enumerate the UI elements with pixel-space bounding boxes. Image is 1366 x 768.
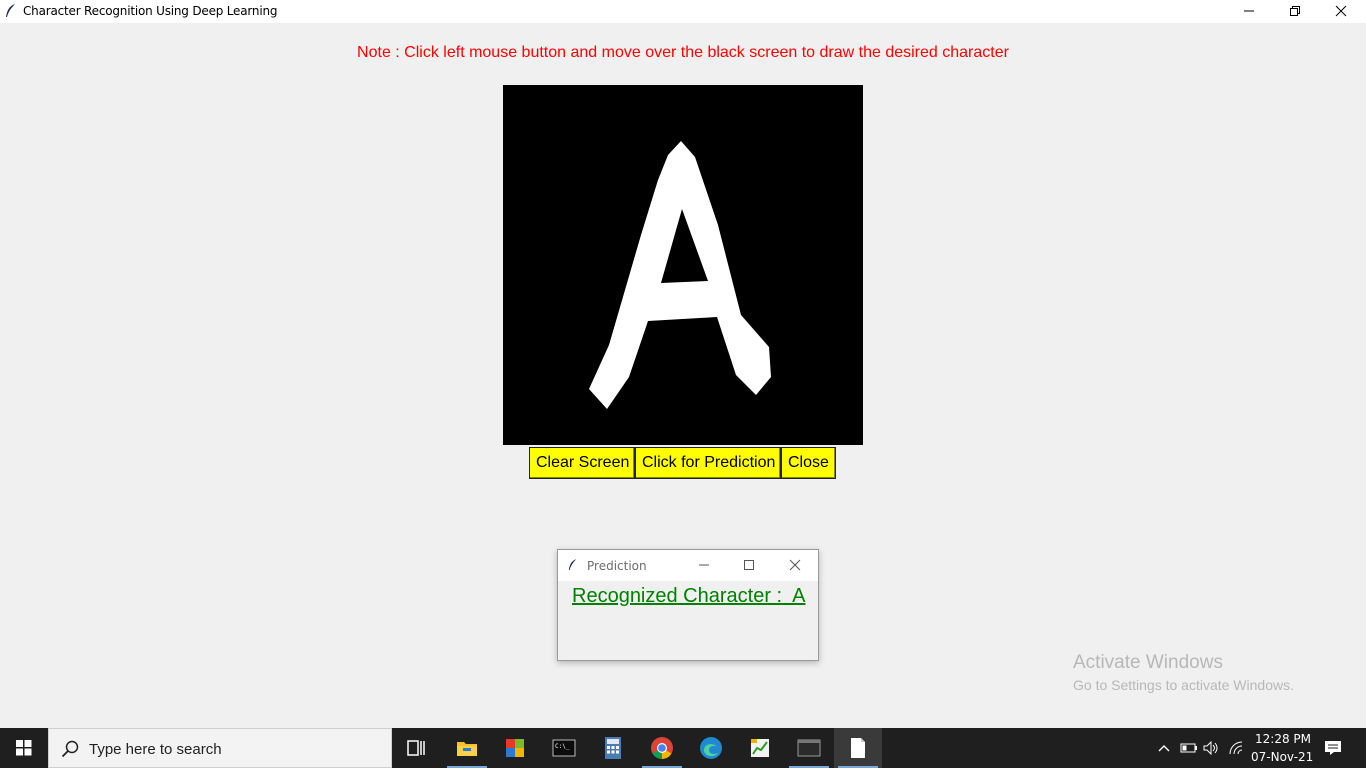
volume-icon[interactable] — [1203, 741, 1219, 755]
chrome-icon[interactable] — [638, 728, 686, 768]
minimize-button[interactable] — [1226, 0, 1272, 23]
minimize-icon[interactable] — [698, 559, 710, 571]
search-icon — [61, 740, 79, 758]
calculator-icon[interactable] — [589, 728, 637, 768]
svg-text:C:\_: C:\_ — [555, 743, 570, 750]
close-button[interactable]: Close — [781, 447, 836, 479]
clear-screen-button[interactable]: Clear Screen — [529, 447, 635, 479]
feather-icon — [568, 559, 577, 570]
clock-time[interactable]: 12:28 PM — [1255, 732, 1311, 746]
console-icon[interactable] — [785, 728, 833, 768]
battery-icon[interactable] — [1180, 742, 1198, 754]
file-explorer-icon[interactable] — [443, 728, 491, 768]
prediction-titlebar: Prediction — [558, 550, 818, 581]
activate-windows-subtitle: Go to Settings to activate Windows. — [1073, 677, 1294, 693]
task-view-icon[interactable] — [392, 728, 440, 768]
clock-date[interactable]: 07-Nov-21 — [1251, 750, 1313, 764]
prediction-title: Prediction — [587, 559, 647, 573]
taskbar-search[interactable]: Type here to search — [48, 728, 392, 768]
maximize-icon[interactable] — [743, 559, 755, 571]
instruction-note: Note : Click left mouse button and move … — [357, 44, 1009, 61]
taskbar: Type here to search C:\_ 12:28 PM 07-Nov… — [0, 728, 1366, 768]
minimize-icon — [1244, 10, 1254, 12]
search-placeholder: Type here to search — [89, 741, 222, 758]
windows-logo-icon — [16, 740, 32, 756]
close-icon — [1335, 5, 1347, 17]
close-icon[interactable] — [789, 559, 801, 571]
notifications-icon[interactable] — [1324, 740, 1342, 756]
chart-app-icon[interactable] — [736, 728, 784, 768]
office-icon[interactable] — [491, 728, 539, 768]
predict-button[interactable]: Click for Prediction — [635, 447, 781, 479]
terminal-icon[interactable]: C:\_ — [540, 728, 588, 768]
drawing-canvas[interactable] — [503, 85, 863, 445]
notepad-icon[interactable] — [834, 728, 882, 768]
close-window-button[interactable] — [1318, 0, 1364, 23]
restore-icon — [1290, 6, 1300, 16]
show-hidden-icons-icon[interactable] — [1158, 744, 1170, 752]
wifi-icon[interactable] — [1229, 741, 1245, 755]
edge-icon[interactable] — [687, 728, 735, 768]
window-titlebar: Character Recognition Using Deep Learnin… — [0, 0, 1366, 23]
prediction-window: Prediction Recognized Character : A — [557, 549, 819, 661]
restore-button[interactable] — [1272, 0, 1318, 23]
recognized-character-label: Recognized Character : A — [572, 585, 806, 607]
button-row: Clear Screen Click for Prediction Close — [529, 447, 836, 479]
start-button[interactable] — [0, 728, 48, 768]
drawn-character-a — [589, 141, 771, 409]
window-title: Character Recognition Using Deep Learnin… — [23, 4, 278, 18]
feather-icon — [6, 4, 15, 17]
activate-windows-title: Activate Windows — [1073, 652, 1223, 673]
